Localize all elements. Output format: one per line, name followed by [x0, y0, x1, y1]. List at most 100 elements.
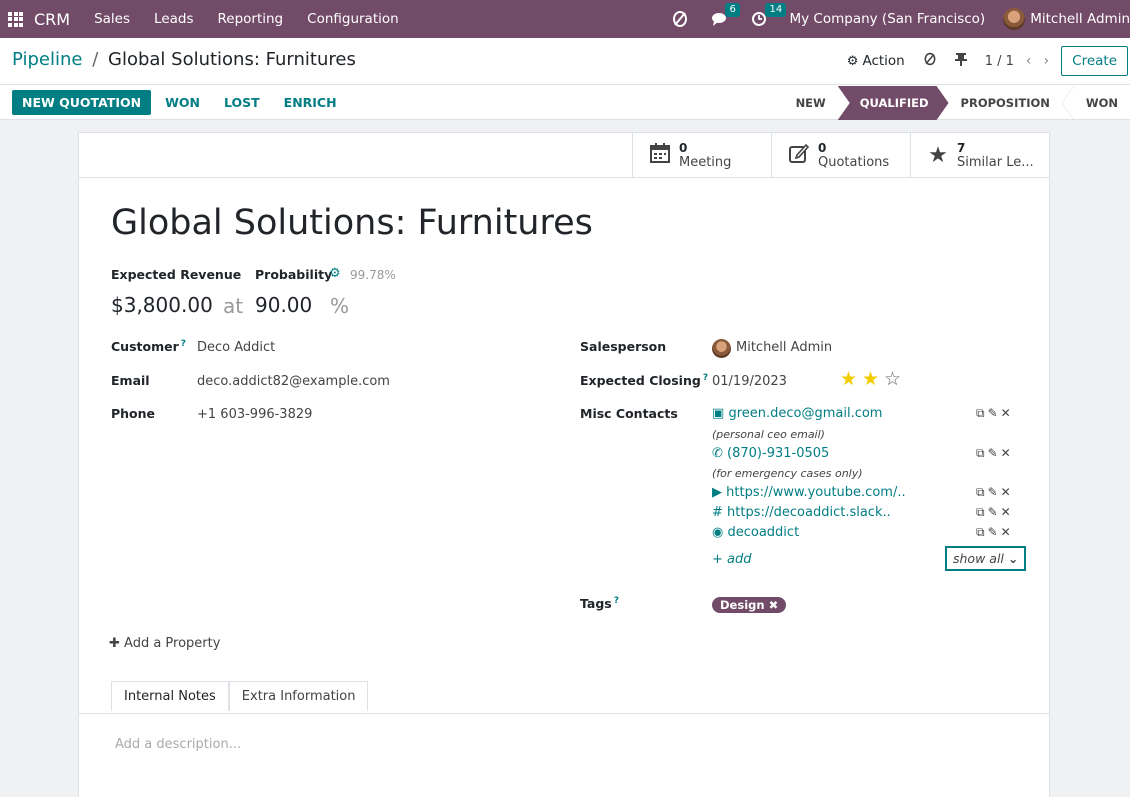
- action-button[interactable]: ⚙ Action: [847, 53, 905, 69]
- show-all-button[interactable]: show all ⌄: [945, 546, 1027, 571]
- pager-previous-icon[interactable]: ‹: [1026, 53, 1032, 69]
- phone-field[interactable]: +1 603-996-3829: [197, 407, 312, 422]
- stage-new[interactable]: NEW: [784, 86, 838, 120]
- misc-contact-phone[interactable]: ✆ (870)-931-0505: [712, 446, 829, 461]
- smart-buttons: 0 Meeting 0 Quotations ★ 7 Similar Le...: [78, 133, 1049, 178]
- pager-next-icon[interactable]: ›: [1044, 53, 1050, 69]
- description-editor[interactable]: Add a description...: [115, 737, 241, 752]
- voip-icon[interactable]: [671, 10, 689, 28]
- misc-contact-email[interactable]: ▣ green.deco@gmail.com: [712, 406, 882, 421]
- gear-icon[interactable]: ⚙: [329, 266, 341, 281]
- menu-reporting[interactable]: Reporting: [218, 11, 284, 27]
- breadcrumb-separator: /: [92, 49, 99, 70]
- remove-tag-icon[interactable]: ✖: [769, 598, 779, 612]
- probability-label: Probability: [255, 267, 333, 282]
- lost-button[interactable]: LOST: [224, 95, 260, 110]
- customer-field[interactable]: Deco Addict: [197, 340, 275, 355]
- row-actions-icon[interactable]: ⧉✎✕: [976, 406, 1014, 421]
- gear-icon: ⚙: [846, 53, 859, 69]
- quotations-smart-button[interactable]: 0 Quotations: [771, 133, 910, 178]
- misc-contact-note: (personal ceo email): [712, 428, 825, 441]
- row-actions-icon[interactable]: ⧉✎✕: [976, 525, 1014, 540]
- salesperson-label: Salesperson: [580, 339, 667, 354]
- create-button[interactable]: Create: [1061, 46, 1128, 76]
- lead-title[interactable]: Global Solutions: Furnitures: [111, 203, 593, 243]
- misc-contact-youtube[interactable]: ▶ https://www.youtube.com/..: [712, 485, 906, 500]
- form-sheet: 0 Meeting 0 Quotations ★ 7 Similar Le...…: [78, 132, 1050, 797]
- won-button[interactable]: WON: [165, 95, 200, 110]
- telegram-icon: ◉: [712, 525, 724, 540]
- email-field[interactable]: deco.addict82@example.com: [197, 374, 390, 389]
- calendar-icon: [649, 142, 671, 170]
- app-name[interactable]: CRM: [34, 10, 70, 29]
- expected-revenue-label: Expected Revenue: [111, 267, 242, 282]
- user-menu[interactable]: Mitchell Admin: [1030, 11, 1130, 27]
- refresh-icon[interactable]: [923, 52, 937, 70]
- priority-star-3-icon[interactable]: ☆: [884, 368, 901, 390]
- menu-sales[interactable]: Sales: [94, 11, 130, 27]
- at-label: at: [223, 294, 244, 318]
- envelope-icon: ▣: [712, 406, 725, 421]
- priority-star-1-icon[interactable]: ★: [840, 368, 857, 390]
- stage-qualified[interactable]: QUALIFIED: [838, 86, 949, 120]
- phone-label: Phone: [111, 406, 156, 421]
- tag-design[interactable]: Design ✖: [712, 597, 787, 613]
- auto-probability: 99.78%: [350, 268, 396, 282]
- probability-value[interactable]: 90.00: [255, 293, 312, 317]
- salesperson-field[interactable]: Mitchell Admin: [736, 340, 832, 355]
- expected-closing-label: Expected Closing?: [580, 373, 709, 388]
- row-actions-icon[interactable]: ⧉✎✕: [976, 485, 1014, 500]
- breadcrumb-current: Global Solutions: Furnitures: [108, 49, 356, 70]
- stage-statusbar: NEW QUALIFIED PROPOSITION WON: [784, 86, 1130, 120]
- salesperson-avatar: [712, 339, 731, 358]
- misc-contacts-label: Misc Contacts: [580, 406, 678, 421]
- meeting-smart-button[interactable]: 0 Meeting: [632, 133, 771, 178]
- customer-label: Customer?: [111, 339, 186, 354]
- row-actions-icon[interactable]: ⧉✎✕: [976, 505, 1014, 520]
- menu-configuration[interactable]: Configuration: [307, 11, 399, 27]
- messages-icon[interactable]: 6: [711, 3, 740, 27]
- add-misc-contact-button[interactable]: + add: [712, 552, 752, 567]
- similar-leads-smart-button[interactable]: ★ 7 Similar Le...: [910, 133, 1049, 178]
- user-avatar[interactable]: [1003, 8, 1026, 30]
- add-property-button[interactable]: ✚ Add a Property: [109, 636, 220, 651]
- expected-revenue-value[interactable]: $3,800.00: [111, 293, 213, 317]
- quotations-count: 0: [818, 140, 827, 155]
- company-switcher[interactable]: My Company (San Francisco): [789, 11, 985, 27]
- edit-icon: [788, 142, 810, 170]
- activities-icon[interactable]: 14: [751, 3, 787, 27]
- tab-internal-notes[interactable]: Internal Notes: [111, 681, 229, 711]
- action-label: Action: [862, 53, 905, 69]
- youtube-icon: ▶: [712, 485, 722, 500]
- similar-leads-count: 7: [957, 140, 966, 155]
- top-navbar: CRM Sales Leads Reporting Configuration …: [0, 0, 1130, 38]
- activities-badge: 14: [765, 3, 787, 17]
- notebook-tabs: Internal Notes Extra Information: [111, 681, 369, 711]
- priority-star-2-icon[interactable]: ★: [862, 368, 879, 390]
- misc-contact-telegram[interactable]: ◉ decoaddict: [712, 525, 799, 540]
- new-quotation-button[interactable]: NEW QUOTATION: [12, 90, 152, 115]
- breadcrumb-pipeline[interactable]: Pipeline: [12, 49, 82, 70]
- pager-value[interactable]: 1 / 1: [985, 54, 1014, 69]
- quotations-label: Quotations: [818, 154, 890, 170]
- similar-leads-label: Similar Le...: [957, 154, 1034, 170]
- pin-icon[interactable]: [954, 52, 967, 70]
- apps-menu-icon[interactable]: [8, 11, 23, 27]
- row-actions-icon[interactable]: ⧉✎✕: [976, 446, 1014, 461]
- tab-extra-information[interactable]: Extra Information: [228, 681, 369, 711]
- slack-icon: #: [712, 505, 723, 520]
- stage-won[interactable]: WON: [1074, 86, 1130, 120]
- percent-sign: %: [330, 294, 350, 318]
- enrich-button[interactable]: ENRICH: [284, 95, 337, 110]
- misc-contact-note: (for emergency cases only): [712, 467, 863, 480]
- misc-contact-slack[interactable]: # https://decoaddict.slack..: [712, 505, 891, 520]
- meeting-label: Meeting: [679, 154, 732, 170]
- menu-leads[interactable]: Leads: [154, 11, 193, 27]
- expected-closing-field[interactable]: 01/19/2023: [712, 374, 787, 389]
- stage-proposition[interactable]: PROPOSITION: [949, 86, 1062, 120]
- chevron-down-icon: ⌄: [1007, 551, 1019, 566]
- star-icon: ★: [928, 143, 948, 168]
- email-label: Email: [111, 373, 150, 388]
- control-panel: Pipeline / Global Solutions: Furnitures …: [0, 38, 1130, 120]
- breadcrumb: Pipeline / Global Solutions: Furnitures: [12, 49, 356, 70]
